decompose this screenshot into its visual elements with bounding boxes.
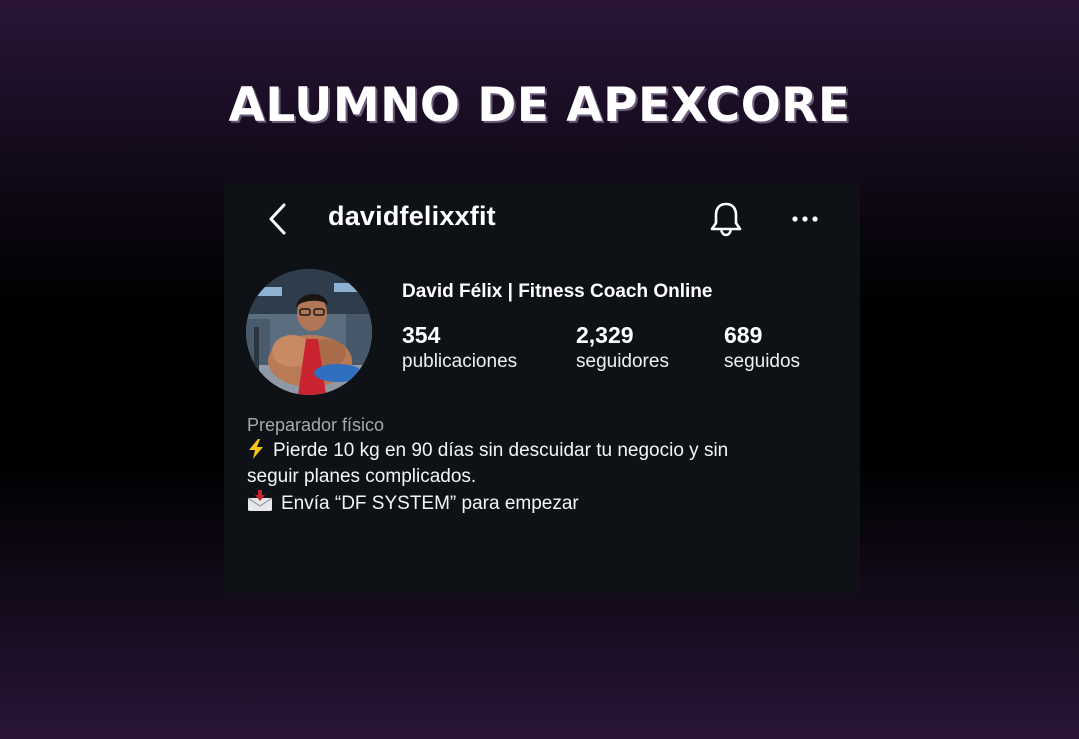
profile-username: davidfelixxfit [328,201,496,231]
bio-line-3-text: Envía “DF SYSTEM” para empezar [281,493,579,514]
stat-following-label: seguidos [724,351,801,372]
lightning-emoji [249,439,263,459]
avatar-photo [246,269,372,395]
profile-bio: Preparador físico Pierde 10 kg en 90 día… [247,412,827,517]
stat-posts-label: publicaciones [402,351,518,372]
bio-line-3: Envía “DF SYSTEM” para empezar [247,490,827,517]
bell-icon [710,202,742,237]
stat-followers-label: seguidores [576,351,669,372]
stat-followers[interactable]: 2,329 seguidores [576,321,669,375]
stat-posts[interactable]: 354 publicaciones [402,321,517,375]
stat-following-count: 689 [724,322,763,348]
instagram-profile-card: davidfelixxfit David Félix | Fitness Coa… [224,183,860,593]
more-options-button[interactable] [789,205,821,233]
profile-avatar[interactable] [246,269,372,395]
bio-line-1: Pierde 10 kg en 90 días sin descuidar tu… [247,438,827,464]
bio-line-2: seguir planes complicados. [247,466,477,487]
stat-following[interactable]: 689 seguidos [724,321,800,375]
stat-posts-count: 354 [402,322,441,348]
stat-followers-count: 2,329 [576,322,634,348]
bio-line-1-text: Pierde 10 kg en 90 días sin descuidar tu… [273,440,729,461]
headline: ALUMNO DE APEXCORE [228,78,851,133]
profile-category: Preparador físico [247,415,385,435]
back-button[interactable] [262,201,294,237]
envelope-arrow-emoji [247,490,273,511]
more-dots-icon [792,216,818,222]
profile-top-bar: davidfelixxfit [224,183,860,255]
chevron-left-icon [269,203,286,235]
notifications-button[interactable] [708,200,744,238]
profile-full-name: David Félix | Fitness Coach Online [402,281,713,302]
